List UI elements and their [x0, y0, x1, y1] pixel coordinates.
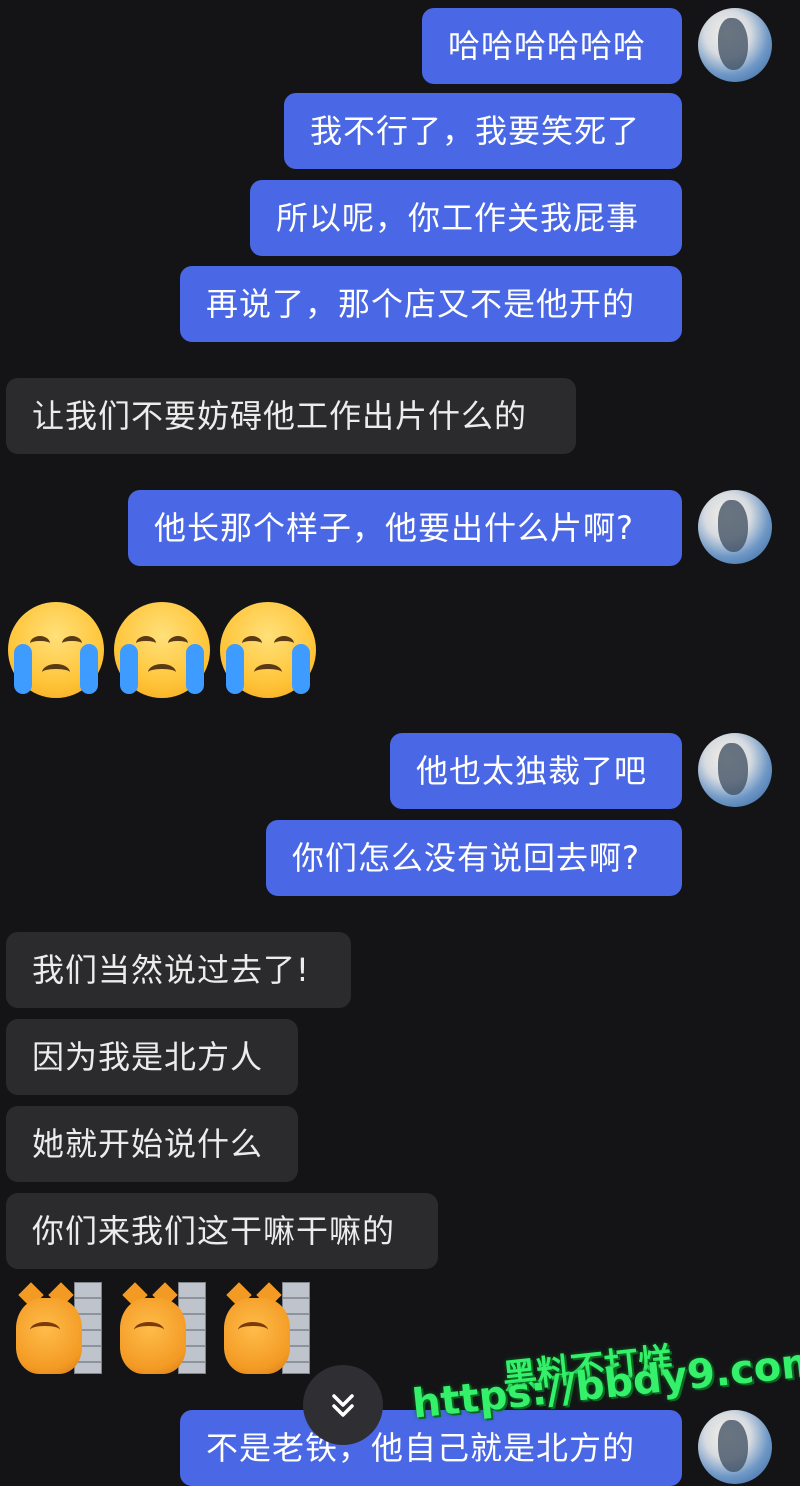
message-received[interactable]: 让我们不要妨碍他工作出片什么的	[6, 378, 576, 454]
message-sent[interactable]: 你们怎么没有说回去啊?	[266, 820, 682, 896]
user-avatar[interactable]	[698, 490, 772, 564]
double-chevron-down-icon	[332, 1394, 354, 1417]
message-sent[interactable]: 他长那个样子，他要出什么片啊?	[128, 490, 682, 566]
message-sent[interactable]: 再说了，那个店又不是他开的	[180, 266, 682, 342]
message-sent[interactable]: 我不行了，我要笑死了	[284, 93, 682, 169]
user-avatar[interactable]	[698, 733, 772, 807]
chat-conversation: 哈哈哈哈哈哈 我不行了，我要笑死了 所以呢，你工作关我屁事 再说了，那个店又不是…	[0, 0, 800, 1486]
loudly-crying-face-icon	[8, 602, 104, 698]
message-sent[interactable]: 他也太独裁了吧	[390, 733, 682, 809]
message-sent[interactable]: 所以呢，你工作关我屁事	[250, 180, 682, 256]
user-avatar[interactable]	[698, 8, 772, 82]
cat-sticker[interactable]	[16, 1280, 310, 1376]
user-avatar[interactable]	[698, 1410, 772, 1484]
loudly-crying-face-icon	[220, 602, 316, 698]
message-received[interactable]: 你们来我们这干嘛干嘛的	[6, 1193, 438, 1269]
message-received[interactable]: 因为我是北方人	[6, 1019, 298, 1095]
loudly-crying-face-icon	[114, 602, 210, 698]
cat-behind-wall-icon	[16, 1280, 102, 1376]
message-received[interactable]: 她就开始说什么	[6, 1106, 298, 1182]
message-sent[interactable]: 哈哈哈哈哈哈	[422, 8, 682, 84]
message-received[interactable]: 我们当然说过去了!	[6, 932, 351, 1008]
cat-behind-wall-icon	[120, 1280, 206, 1376]
scroll-to-bottom-button[interactable]	[303, 1365, 383, 1445]
cat-behind-wall-icon	[224, 1280, 310, 1376]
crying-emoji-sticker[interactable]	[8, 602, 316, 698]
